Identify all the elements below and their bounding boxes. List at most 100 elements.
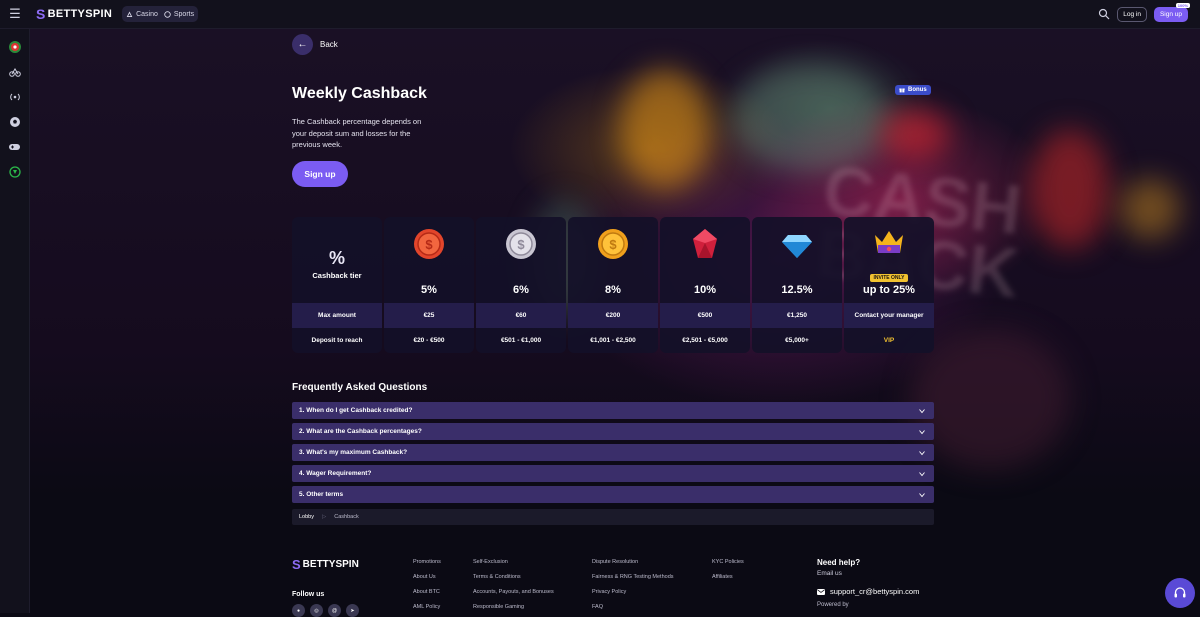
chevron-down-icon: [919, 408, 925, 413]
chevron-down-icon: [919, 471, 925, 476]
instagram-icon[interactable]: ◎: [310, 604, 323, 617]
top-nav: Casino Sports: [122, 6, 199, 22]
breadcrumb-lobby[interactable]: Lobby: [299, 514, 314, 520]
gold-coin-icon: $: [598, 229, 628, 259]
tier-column: $ 5% €25 €20 - €500: [384, 217, 474, 353]
footer-link[interactable]: Dispute Resolution: [592, 559, 674, 565]
diamond-icon: [782, 235, 812, 258]
tier-deposit: €1,001 - €2,500: [590, 337, 636, 344]
percent-icon: %: [328, 248, 345, 268]
brand-name: BETTYSPIN: [47, 8, 113, 20]
tier-column: 12.5% €1,250 €5,000+: [752, 217, 842, 353]
footer-link[interactable]: About Us: [413, 574, 441, 580]
footer-column-4: KYC Policies Affiliates: [712, 559, 744, 580]
football-icon: [164, 10, 171, 18]
svg-text:$: $: [517, 237, 525, 252]
footer-column-1: Promotions About Us About BTC AML Policy: [413, 559, 441, 610]
tier-percent: 10%: [693, 284, 717, 296]
faq-item[interactable]: 4. Wager Requirement?: [292, 465, 934, 482]
tier-max-amount: €500: [660, 303, 750, 328]
follow-us-label: Follow us: [292, 591, 325, 598]
whatsapp-icon[interactable]: ●: [292, 604, 305, 617]
headset-icon: [1174, 587, 1186, 598]
bonus-badge: Bonus: [895, 85, 931, 95]
breadcrumb-separator-icon: ▷: [322, 514, 327, 520]
nav-sports[interactable]: Sports: [164, 11, 194, 18]
deposit-label: Deposit to reach: [311, 337, 363, 344]
footer-link[interactable]: About BTC: [413, 589, 441, 595]
gift-icon: [899, 88, 905, 93]
footer-link[interactable]: Fairness & RNG Testing Methods: [592, 574, 674, 580]
tier-deposit: €501 - €1,000: [500, 337, 542, 344]
faq-title: Frequently Asked Questions: [292, 382, 428, 393]
live-signal-icon[interactable]: [8, 90, 22, 104]
footer-link[interactable]: Promotions: [413, 559, 441, 565]
top-bar: ☰ S BETTYSPIN Casino Sports Log in Sign …: [0, 0, 1200, 29]
svg-text:$: $: [609, 237, 617, 252]
logo-mark-icon: S: [292, 557, 301, 572]
nav-casino[interactable]: Casino: [126, 11, 158, 18]
tier-percent: up to 25%: [863, 284, 915, 296]
threads-icon[interactable]: @: [328, 604, 341, 617]
faq-item[interactable]: 1. When do I get Cashback credited?: [292, 402, 934, 419]
breadcrumb-current: Cashback: [334, 514, 359, 520]
signup-button-top[interactable]: Sign up 100%: [1153, 2, 1190, 22]
support-email-link[interactable]: support_cr@bettyspin.com: [817, 587, 919, 596]
tier-max-amount: €200: [568, 303, 658, 328]
esports-icon[interactable]: [8, 165, 22, 179]
chevron-down-icon: [919, 429, 925, 434]
top-right-actions: Log in Sign up 100%: [1098, 2, 1200, 22]
tier-deposit: €2,501 - €5,000: [682, 337, 728, 344]
footer-link[interactable]: AML Policy: [413, 604, 441, 610]
casino-icon: [126, 10, 133, 17]
invite-only-badge: INVITE ONLY: [869, 274, 909, 282]
footer-link[interactable]: Terms & Conditions: [473, 574, 554, 580]
footer-link[interactable]: FAQ: [592, 604, 674, 610]
tier-max-amount: Contact your manager: [844, 303, 934, 328]
tier-percent: 8%: [605, 284, 621, 296]
telegram-icon[interactable]: ➤: [346, 604, 359, 617]
page-description: The Cashback percentage depends on your …: [292, 117, 422, 149]
tier-max-amount: €60: [476, 303, 566, 328]
mail-icon: [817, 588, 825, 595]
tier-header-label: Cashback tier: [312, 271, 362, 280]
menu-icon[interactable]: ☰: [0, 6, 30, 22]
back-button[interactable]: ← Back: [292, 34, 338, 55]
help-title: Need help?: [817, 558, 861, 567]
max-amount-label: Max amount: [292, 303, 382, 328]
footer-link[interactable]: KYC Policies: [712, 559, 744, 565]
login-button[interactable]: Log in: [1117, 6, 1147, 22]
faq-item[interactable]: 3. What's my maximum Cashback?: [292, 444, 934, 461]
tier-percent: 12.5%: [781, 284, 813, 296]
footer-link[interactable]: Affiliates: [712, 574, 744, 580]
ruby-icon: [693, 229, 717, 258]
brand-logo[interactable]: S BETTYSPIN: [36, 6, 112, 22]
signup-button[interactable]: Sign up: [292, 161, 348, 187]
footer-link[interactable]: Self-Exclusion: [473, 559, 554, 565]
bicycle-icon[interactable]: [8, 65, 22, 79]
cashback-tiers-table: % Cashback tier Max amount Deposit to re…: [292, 217, 934, 353]
support-chat-button[interactable]: [1165, 578, 1195, 608]
faq-item[interactable]: 2. What are the Cashback percentages?: [292, 423, 934, 440]
chevron-down-icon: [919, 450, 925, 455]
tier-column: 10% €500 €2,501 - €5,000: [660, 217, 750, 353]
footer-link[interactable]: Responsible Gaming: [473, 604, 554, 610]
tier-deposit: €20 - €500: [413, 337, 445, 344]
breadcrumb: Lobby ▷ Cashback: [292, 509, 934, 525]
faq-item[interactable]: 5. Other terms: [292, 486, 934, 503]
arrow-left-icon: ←: [292, 34, 313, 55]
gamepad-icon[interactable]: [8, 140, 22, 154]
tier-deposit: €5,000+: [785, 337, 809, 344]
footer-column-3: Dispute Resolution Fairness & RNG Testin…: [592, 559, 674, 610]
search-icon[interactable]: [1098, 8, 1110, 20]
tier-max-amount: €1,250: [752, 303, 842, 328]
football-icon[interactable]: [8, 115, 22, 129]
tier-deposit: VIP: [883, 337, 895, 344]
sidebar: [0, 29, 30, 613]
footer-logo[interactable]: S BETTYSPIN: [292, 557, 359, 572]
tier-max-amount: €25: [384, 303, 474, 328]
footer-link[interactable]: Privacy Policy: [592, 589, 674, 595]
dartboard-icon[interactable]: [8, 40, 22, 54]
footer-link[interactable]: Accounts, Payouts, and Bonuses: [473, 589, 554, 595]
svg-text:$: $: [425, 237, 433, 252]
